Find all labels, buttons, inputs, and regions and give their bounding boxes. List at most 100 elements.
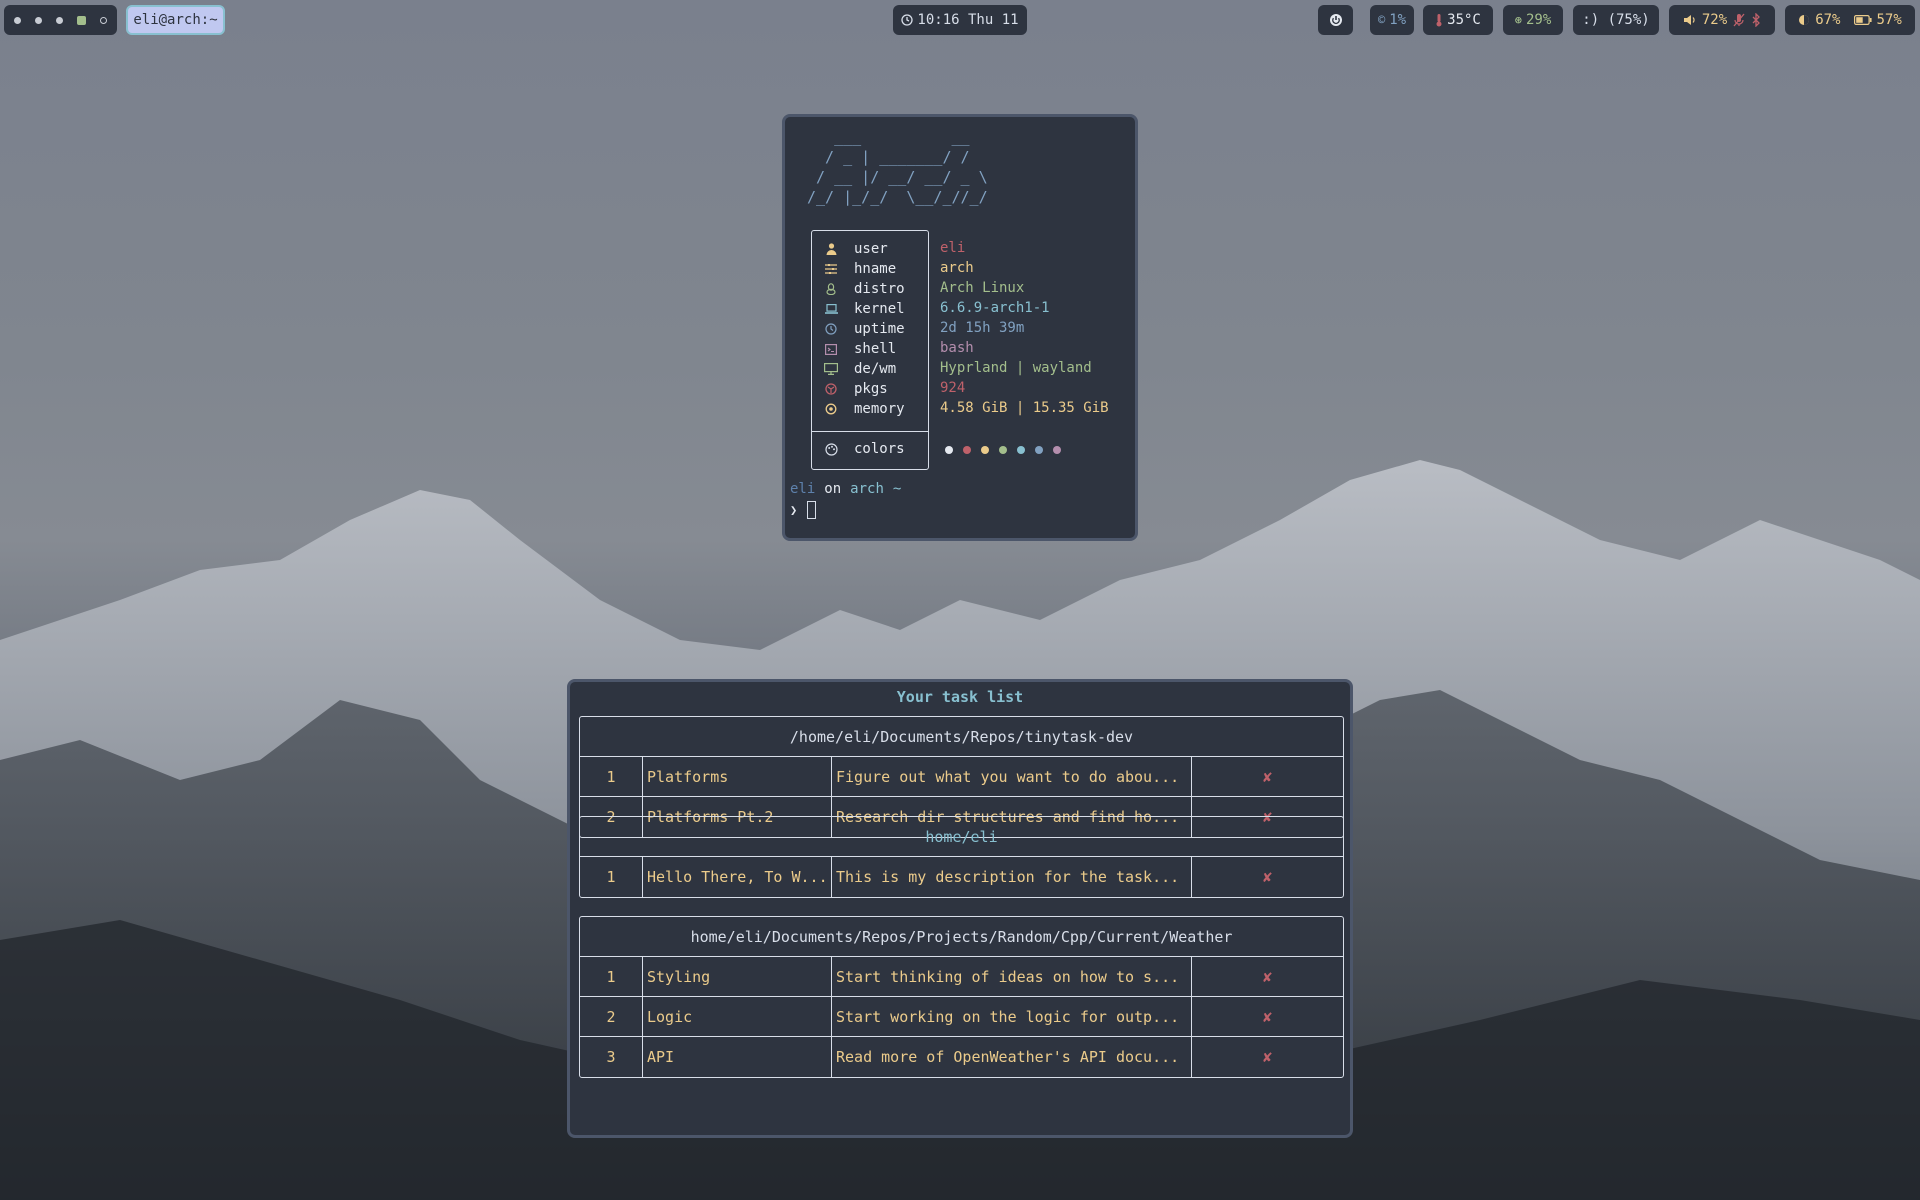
shell-prompt-line: eli on arch ~ — [790, 481, 901, 497]
delete-task-button[interactable]: ✘ — [1192, 857, 1343, 897]
info-value-dewm: Hyprland | wayland — [940, 360, 1092, 376]
speaker-icon — [1683, 14, 1696, 26]
audio-widget[interactable]: 72% — [1669, 5, 1775, 35]
prompt-symbol: ❯ — [790, 503, 798, 517]
task-group-path: /home/eli/Documents/Repos/tinytask-dev — [580, 717, 1343, 757]
task-name: API — [643, 1037, 832, 1077]
battery-text: 57% — [1876, 12, 1902, 28]
terminal-window[interactable]: ___ __ / _ | _______/ / / __ |/ __/ __/ … — [782, 114, 1138, 541]
shell-input-line[interactable]: ❯ — [790, 501, 817, 519]
task-row[interactable]: 2 Logic Start working on the logic for out… — [580, 997, 1343, 1037]
task-row[interactable]: 1 Platforms Figure out what you want to do… — [580, 757, 1343, 797]
info-label-shell: shell — [854, 341, 897, 357]
workspace-3-indicator[interactable] — [56, 16, 63, 24]
palette-icon — [824, 442, 838, 456]
prompt-host: arch — [850, 481, 884, 497]
clock-widget[interactable]: 10:16 Thu 11 — [893, 5, 1027, 35]
thermometer-icon — [1435, 13, 1443, 27]
memory-usage-text: 29% — [1525, 12, 1552, 28]
info-row-uptime: uptime — [824, 319, 905, 339]
task-name: Logic — [643, 997, 832, 1036]
arch-ascii-logo: ___ __ / _ | _______/ / / __ |/ __/ __/ … — [807, 128, 988, 206]
info-value-memory: 4.58 GiB | 15.35 GiB — [940, 400, 1109, 416]
info-row-memory: memory — [824, 399, 905, 419]
palette-dot-2 — [963, 446, 971, 454]
info-row-pkgs: pkgs — [824, 379, 888, 399]
palette-dot-5 — [1017, 446, 1025, 454]
info-row-dewm: de/wm — [824, 359, 896, 379]
task-number: 1 — [580, 757, 643, 796]
palette-dot-6 — [1035, 446, 1043, 454]
info-label-colors: colors — [854, 441, 905, 457]
task-row[interactable]: 1 Hello There, To W... This is my descript… — [580, 857, 1343, 897]
temperature-text: 35°C — [1447, 12, 1481, 28]
palette-dot-7 — [1053, 446, 1061, 454]
prompt-user: eli — [790, 481, 816, 497]
task-name: Styling — [643, 957, 832, 996]
mic-muted-icon[interactable] — [1733, 13, 1745, 27]
prompt-on: on — [824, 481, 842, 497]
task-description: Start working on the logic for outp... — [832, 997, 1192, 1036]
delete-task-button[interactable]: ✘ — [1192, 997, 1343, 1036]
task-number: 2 — [580, 997, 643, 1036]
info-value-uptime: 2d 15h 39m — [940, 320, 1025, 336]
info-label-uptime: uptime — [854, 321, 905, 337]
info-row-user: user — [824, 239, 888, 259]
text-cursor — [807, 501, 817, 519]
power-button[interactable] — [1318, 5, 1353, 35]
system-info-box: user hname distro kernel uptime shell de… — [811, 230, 929, 470]
cpu-icon: © — [1377, 13, 1386, 27]
task-group: home/eli 1 Hello There, To W... This is my … — [579, 816, 1344, 898]
workspace-switcher — [4, 5, 117, 35]
info-label-distro: distro — [854, 281, 905, 297]
task-description: Figure out what you want to do abou... — [832, 757, 1192, 796]
task-list-title: Your task list — [896, 688, 1024, 706]
terminal-icon — [824, 342, 838, 356]
info-row-hname: hname — [824, 259, 896, 279]
workspace-2-indicator[interactable] — [35, 16, 42, 24]
task-row[interactable]: 1 Styling Start thinking of ideas on how t… — [580, 957, 1343, 997]
info-value-hname: arch — [940, 260, 974, 276]
package-icon — [824, 382, 838, 396]
window-title-text: eli@arch:~ — [133, 12, 218, 28]
clock-text: 10:16 Thu 11 — [917, 12, 1019, 28]
task-group-path: home/eli — [580, 817, 1343, 857]
task-group-path: home/eli/Documents/Repos/Projects/Random… — [580, 917, 1343, 957]
bluetooth-icon[interactable] — [1751, 13, 1761, 27]
delete-task-button[interactable]: ✘ — [1192, 1037, 1343, 1077]
clock-icon — [824, 322, 838, 336]
info-divider — [812, 431, 928, 432]
brightness-icon — [1798, 14, 1810, 26]
brightness-text: 67% — [1815, 12, 1841, 28]
workspace-1-indicator[interactable] — [14, 16, 21, 24]
task-number: 3 — [580, 1037, 643, 1077]
palette-dot-4 — [999, 446, 1007, 454]
monitor-icon — [824, 362, 838, 376]
power-icon — [1329, 13, 1343, 27]
workspace-4-indicator-active[interactable] — [77, 15, 86, 25]
laptop-icon — [824, 302, 838, 316]
info-value-distro: Arch Linux — [940, 280, 1025, 296]
info-value-kernel: 6.6.9-arch1-1 — [940, 300, 1050, 316]
task-name: Platforms — [643, 757, 832, 796]
mood-text: :) (75%) — [1582, 12, 1650, 28]
clock-icon — [901, 14, 914, 26]
delete-task-button[interactable]: ✘ — [1192, 957, 1343, 996]
active-window-title: eli@arch:~ — [126, 5, 225, 35]
task-row[interactable]: 3 API Read more of OpenWeather's API docu.… — [580, 1037, 1343, 1077]
hostname-icon — [824, 262, 838, 276]
info-label-pkgs: pkgs — [854, 381, 888, 397]
info-label-dewm: de/wm — [854, 361, 897, 377]
palette-dot-1 — [945, 446, 953, 454]
power-status-widget[interactable]: 67% 57% — [1785, 5, 1915, 35]
info-row-shell: shell — [824, 339, 896, 359]
delete-task-button[interactable]: ✘ — [1192, 757, 1343, 796]
memory-chip-icon — [824, 402, 838, 416]
task-list-window: Your task list /home/eli/Documents/Repos… — [567, 679, 1353, 1138]
workspace-5-indicator-empty[interactable] — [100, 16, 107, 24]
cpu-widget[interactable]: © 1% — [1370, 5, 1414, 35]
info-value-user: eli — [940, 240, 966, 256]
mood-widget[interactable]: :) (75%) — [1573, 5, 1659, 35]
memory-widget[interactable]: ⊛ 29% — [1503, 5, 1563, 35]
temperature-widget[interactable]: 35°C — [1423, 5, 1493, 35]
